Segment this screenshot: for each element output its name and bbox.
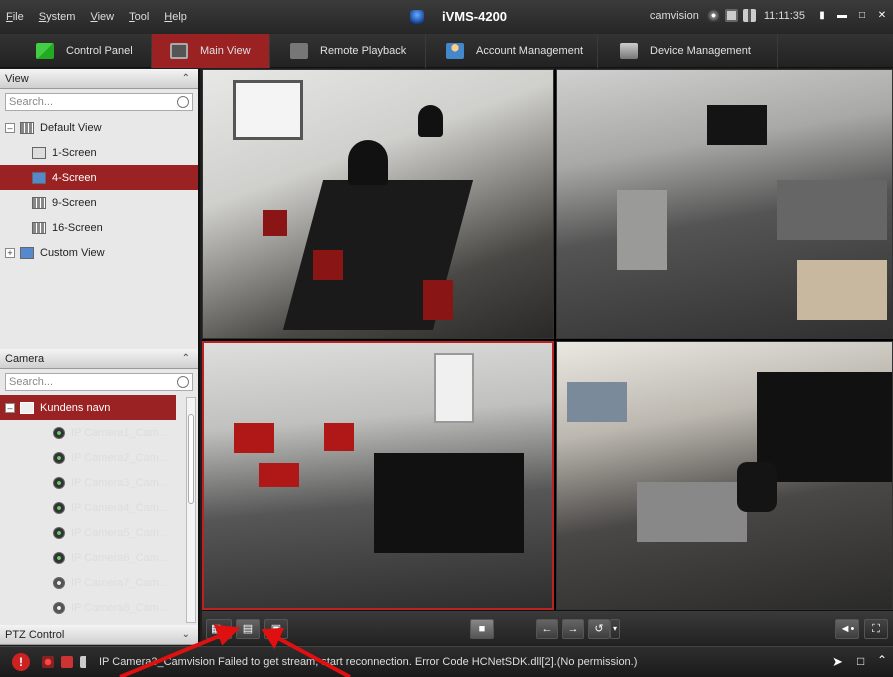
arrow-right <box>261 627 351 677</box>
arrow-left <box>119 624 241 677</box>
annotation-arrows <box>119 624 351 677</box>
ivms-window: File System View Tool Help iVMS-4200 cam… <box>0 0 893 677</box>
